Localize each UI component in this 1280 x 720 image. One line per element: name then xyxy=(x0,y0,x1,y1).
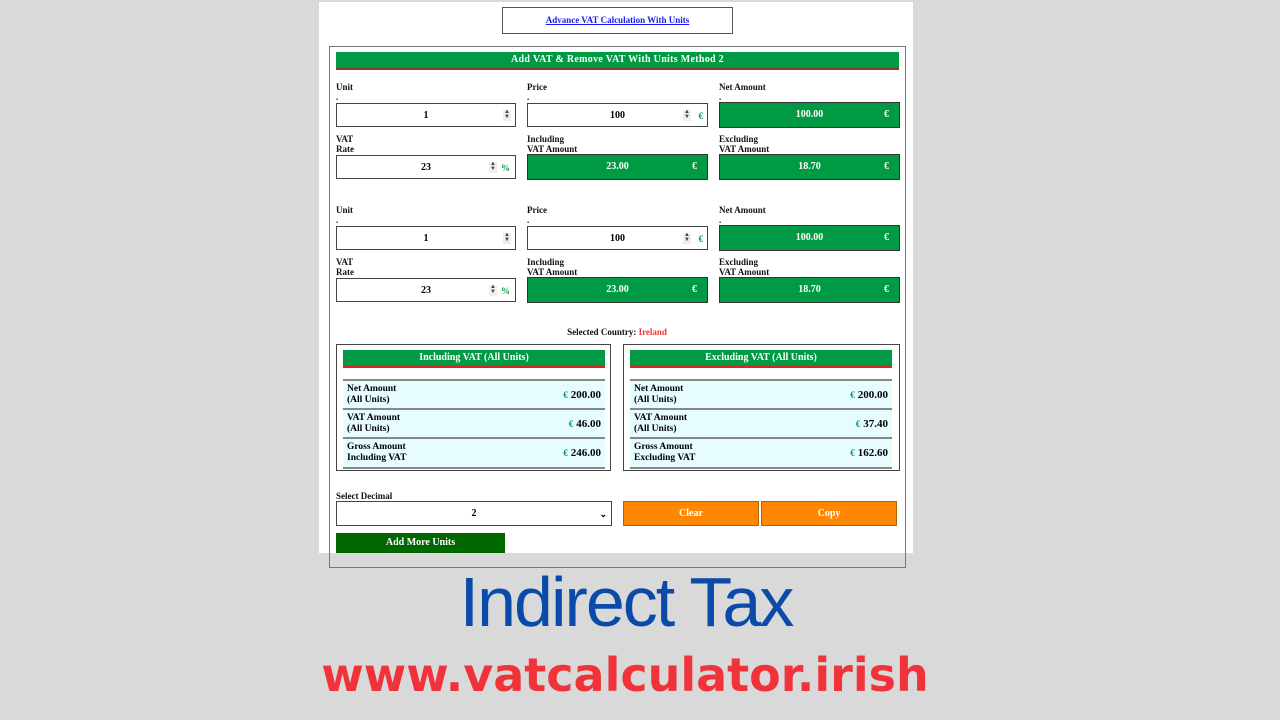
price-input[interactable]: 100 ▲ ▼ € xyxy=(527,226,708,250)
euro-icon: € xyxy=(568,419,574,429)
unit-label: Unit. xyxy=(336,82,354,102)
tagline: Indirect Tax xyxy=(459,563,795,641)
euro-icon: € xyxy=(884,161,889,172)
summary-row: Net Amount (All Units) €200.00 xyxy=(630,379,892,409)
price-label: Price. xyxy=(527,205,547,225)
including-title: Including VAT (All Units) xyxy=(343,350,605,368)
euro-icon: € xyxy=(850,390,855,400)
euro-icon: € xyxy=(698,111,704,121)
summary-row: Gross Amount Including VAT €246.00 xyxy=(343,437,605,469)
website-url: www.vatcalculator.irish xyxy=(321,648,929,702)
form-title: Add VAT & Remove VAT With Units Method 2 xyxy=(336,52,899,70)
decimal-label: Select Decimal xyxy=(336,491,393,501)
euro-icon: € xyxy=(692,161,697,172)
euro-icon: € xyxy=(884,284,889,295)
summary-row: Gross Amount Excluding VAT €162.60 xyxy=(630,437,892,469)
spinner-icon[interactable]: ▲ ▼ xyxy=(489,284,497,296)
spinner-icon[interactable]: ▲ ▼ xyxy=(503,232,511,244)
selected-country: Selected Country: Ireland xyxy=(320,327,914,337)
euro-icon: € xyxy=(563,390,568,400)
unit-input[interactable]: 1 ▲ ▼ xyxy=(336,226,516,250)
add-more-units-button[interactable]: Add More Units xyxy=(336,533,505,553)
advance-vat-link[interactable]: Advance VAT Calculation With Units xyxy=(546,15,690,25)
spinner-icon[interactable]: ▲ ▼ xyxy=(503,109,511,121)
summary-row: VAT Amount (All Units) €37.40 xyxy=(630,408,892,438)
header-box: Advance VAT Calculation With Units xyxy=(502,7,733,34)
excluding-vat-label: Excluding VAT Amount xyxy=(719,257,770,277)
including-vat-output: 23.00 € xyxy=(527,277,708,303)
net-amount-output: 100.00 € xyxy=(719,102,900,128)
decimal-select[interactable]: 2 ⌄ xyxy=(336,501,612,526)
net-amount-label: Net Amount. xyxy=(719,82,766,102)
percent-icon: % xyxy=(501,286,510,296)
unit-input[interactable]: 1 ▲ ▼ xyxy=(336,103,516,127)
vat-rate-input[interactable]: 23 ▲ ▼% xyxy=(336,278,516,302)
excluding-vat-output: 18.70 € xyxy=(719,277,900,303)
price-label: Price. xyxy=(527,82,547,102)
vat-rate-input[interactable]: 23 ▲ ▼% xyxy=(336,155,516,179)
chevron-down-icon: ⌄ xyxy=(599,509,607,519)
summary-row: Net Amount (All Units) €200.00 xyxy=(343,379,605,409)
including-vat-label: Including VAT Amount xyxy=(527,257,578,277)
spinner-icon[interactable]: ▲ ▼ xyxy=(489,161,497,173)
excluding-title: Excluding VAT (All Units) xyxy=(630,350,892,368)
euro-icon: € xyxy=(884,109,889,120)
euro-icon: € xyxy=(692,284,697,295)
price-input[interactable]: 100 ▲ ▼ € xyxy=(527,103,708,127)
country-value: Ireland xyxy=(638,327,667,337)
net-amount-label: Net Amount. xyxy=(719,205,766,225)
including-vat-label: Including VAT Amount xyxy=(527,134,578,154)
excluding-vat-summary: Excluding VAT (All Units) Net Amount (All… xyxy=(623,344,900,471)
euro-icon: € xyxy=(884,232,889,243)
unit-label: Unit. xyxy=(336,205,354,225)
euro-icon: € xyxy=(698,234,704,244)
net-amount-output: 100.00 € xyxy=(719,225,900,251)
including-vat-summary: Including VAT (All Units) Net Amount (All… xyxy=(336,344,611,471)
summary-row: VAT Amount (All Units) €46.00 xyxy=(343,408,605,438)
euro-icon: € xyxy=(563,448,568,458)
euro-icon: € xyxy=(855,419,861,429)
spinner-icon[interactable]: ▲ ▼ xyxy=(683,109,691,121)
including-vat-output: 23.00 € xyxy=(527,154,708,180)
copy-button[interactable]: Copy xyxy=(761,501,897,526)
clear-button[interactable]: Clear xyxy=(623,501,759,526)
vat-rate-label: VAT Rate xyxy=(336,134,354,154)
spinner-icon[interactable]: ▲ ▼ xyxy=(683,232,691,244)
percent-icon: % xyxy=(501,163,510,173)
euro-icon: € xyxy=(850,448,855,458)
excluding-vat-label: Excluding VAT Amount xyxy=(719,134,770,154)
country-label: Selected Country: xyxy=(567,327,637,337)
vat-rate-label: VAT Rate xyxy=(336,257,354,277)
excluding-vat-output: 18.70 € xyxy=(719,154,900,180)
